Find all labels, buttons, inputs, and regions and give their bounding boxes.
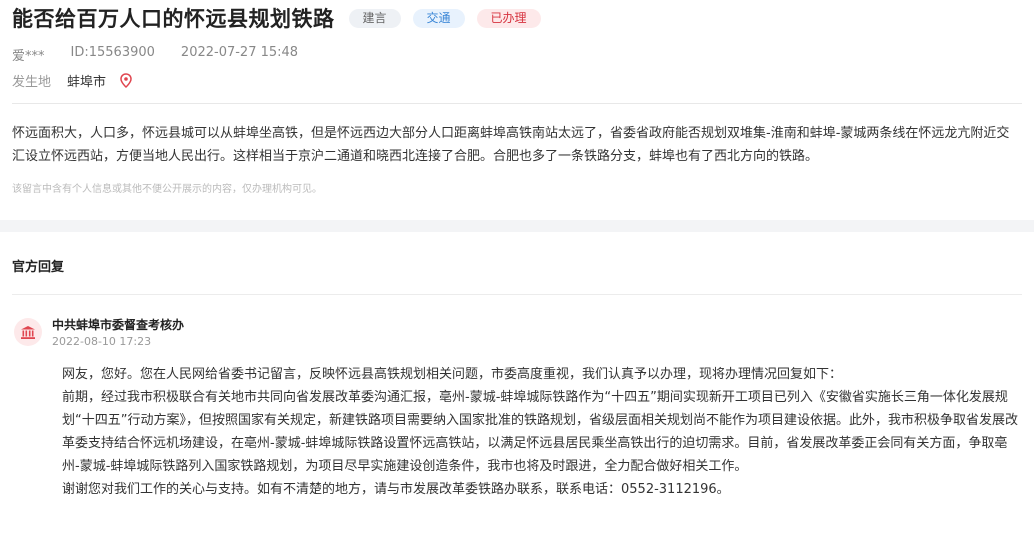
reply-datetime: 2022-08-10 17:23	[52, 335, 152, 348]
privacy-notice: 该留言中含有个人信息或其他不便公开展示的内容，仅办理机构可见。	[12, 184, 322, 195]
reply-paragraph: 网友，您好。您在人民网给省委书记留言，反映怀远县高铁规划相关问题，市委高度重视，…	[62, 367, 843, 382]
government-building-icon	[14, 318, 42, 346]
post-datetime: 2022-07-27 15:48	[180, 45, 299, 60]
section-separator	[0, 220, 1034, 232]
post-content: 怀远面积大，人口多，怀远县城可以从蚌埠坐高铁，但是怀远西边大部分人口距离蚌埠高铁…	[12, 126, 1010, 164]
location-city[interactable]: 蚌埠市	[67, 71, 106, 90]
divider	[12, 294, 1022, 295]
tag-status-handled: 已办理	[476, 8, 541, 28]
post-header: 能否给百万人口的怀远县规划铁路 建言 交通 已办理	[12, 4, 541, 32]
post-meta: 爱*** ID:15563900 2022-07-27 15:48	[12, 45, 298, 64]
location-label: 发生地	[12, 75, 52, 90]
location-pin-icon[interactable]	[120, 73, 132, 88]
reply-org-name: 中共蚌埠市委督查考核办	[52, 318, 185, 332]
divider	[12, 103, 1022, 104]
reply-paragraph: 谢谢您对我们工作的关心与支持。如有不清楚的地方，请与市发展改革委铁路办联系，联系…	[62, 482, 730, 497]
post-id: ID:15563900	[70, 45, 155, 60]
reply-body: 网友，您好。您在人民网给省委书记留言，反映怀远县高铁规划相关问题，市委高度重视，…	[62, 363, 1022, 501]
reply-section-title: 官方回复	[12, 260, 65, 275]
post-user: 爱***	[12, 49, 45, 64]
tag-suggestion[interactable]: 建言	[348, 8, 401, 28]
post-location: 发生地 蚌埠市	[12, 71, 132, 90]
post-title: 能否给百万人口的怀远县规划铁路	[12, 7, 335, 31]
tag-transport[interactable]: 交通	[412, 8, 465, 28]
reply-paragraph: 前期，经过我市积极联合有关地市共同向省发展改革委沟通汇报，亳州-蒙城-蚌埠城际铁…	[62, 390, 1018, 474]
